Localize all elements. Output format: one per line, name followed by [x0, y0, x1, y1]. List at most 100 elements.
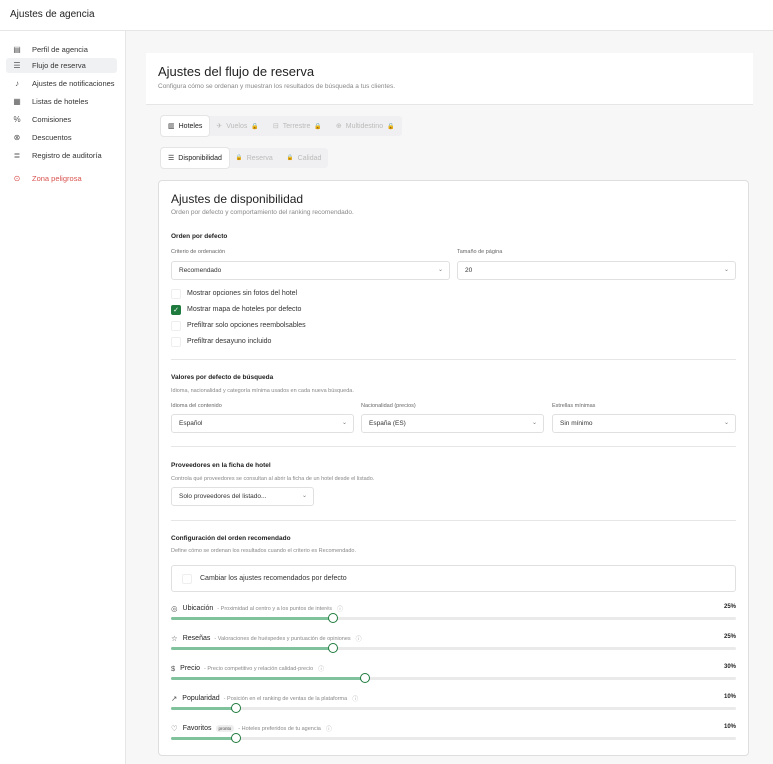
hotel-icon: ▥ — [168, 123, 175, 130]
weight-label: Favoritos — [182, 725, 212, 732]
weight-label: Popularidad — [182, 695, 220, 702]
bell-icon: ♪ — [15, 79, 19, 88]
sidebar-item-registro-de-auditoría[interactable]: ≣ Registro de auditoría — [6, 148, 117, 163]
tab-multidestino[interactable]: ⊕ Multidestino 🔒 — [329, 116, 402, 136]
option-checkbox-row[interactable]: Mostrar opciones sin fotos del hotel — [171, 288, 297, 299]
info-icon[interactable]: ⓘ — [356, 634, 362, 643]
tab-vuelos[interactable]: ✈ Vuelos 🔒 — [209, 116, 266, 136]
weight-label-group: ↗ Popularidad - Posición en el ranking de … — [171, 694, 358, 703]
page-subtitle: Configura cómo se ordenan y muestran los… — [158, 83, 396, 90]
language-select[interactable]: Español ⌄ — [171, 414, 354, 433]
option-checkbox-row[interactable]: Prefiltrar solo opciones reembolsables — [171, 320, 306, 331]
dollar-icon: $ — [171, 664, 176, 673]
checkbox-label: Prefiltrar solo opciones reembolsables — [187, 322, 306, 329]
page-size-label: Tamaño de página — [457, 249, 503, 255]
tab-label: Multidestino — [345, 122, 384, 130]
info-icon[interactable]: ⓘ — [326, 724, 332, 733]
weight-label-group: ♡ Favoritos pronto - Hoteles preferidos de … — [171, 724, 332, 733]
nationality-value: España (ES) — [369, 420, 406, 427]
trend-icon: ↗ — [171, 694, 178, 703]
override-defaults-toggle[interactable]: Cambiar los ajustes recomendados por def… — [171, 565, 736, 592]
override-label: Cambiar los ajustes recomendados por def… — [200, 575, 347, 582]
slider-fill — [171, 677, 365, 680]
weight-popularidad: ↗ Popularidad - Posición en el ranking de … — [171, 694, 736, 716]
option-checkbox-row[interactable]: Prefiltrar desayuno incluido — [171, 336, 271, 347]
tab-terrestre[interactable]: ⊟ Terrestre 🔒 — [266, 116, 329, 136]
sidebar-item-label: Flujo de reserva — [32, 61, 86, 70]
weight-precio: $ Precio - Precio competitivo y relación c… — [171, 664, 736, 686]
sidebar-item-listas-de-hoteles[interactable]: ▦ Listas de hoteles — [6, 94, 117, 109]
coming-soon-badge: pronto — [215, 725, 235, 732]
product-tabs: ▥ Hoteles ✈ Vuelos 🔒 ⊟ Terrestre 🔒 ⊕ Multidestino… — [161, 116, 402, 136]
checkbox[interactable]: ✓ — [171, 304, 181, 315]
tab-label: Terrestre — [282, 122, 311, 130]
weight-slider[interactable] — [171, 703, 736, 713]
slider-thumb[interactable] — [328, 643, 338, 653]
sort-select[interactable]: Recomendado ⌄ — [171, 261, 450, 280]
page-size-select[interactable]: 20 ⌄ — [457, 261, 736, 280]
info-icon[interactable]: ⓘ — [337, 604, 343, 613]
slider-fill — [171, 617, 333, 620]
language-label: Idioma del contenido — [171, 403, 222, 409]
weight-percent: 25% — [723, 604, 736, 610]
sidebar-item-label: Descuentos — [32, 133, 72, 142]
scroll-icon: ≣ — [13, 151, 21, 160]
option-checkbox-row[interactable]: ✓ Mostrar mapa de hoteles por defecto — [171, 304, 301, 315]
lock-icon: 🔒 — [286, 155, 294, 161]
info-icon[interactable]: ⓘ — [318, 664, 324, 673]
checkbox[interactable] — [171, 288, 181, 299]
tab-label: Hoteles — [178, 122, 203, 130]
slider-thumb[interactable] — [328, 613, 338, 623]
tab-hoteles[interactable]: ▥ Hoteles — [161, 116, 210, 136]
weight-label: Precio — [180, 665, 201, 672]
stars-select[interactable]: Sin mínimo ⌄ — [552, 414, 736, 433]
slider-thumb[interactable] — [231, 733, 241, 743]
weight-slider[interactable] — [171, 643, 736, 653]
weight-slider[interactable] — [171, 733, 736, 743]
checkbox-label: Prefiltrar desayuno incluido — [187, 338, 272, 345]
tab-reserva[interactable]: 🔒 Reserva — [229, 148, 280, 168]
chevron-down-icon: ⌄ — [301, 493, 307, 499]
weight-ubicación: ◎ Ubicación - Proximidad al centro y a los… — [171, 604, 736, 626]
tab-label: Disponibilidad — [178, 154, 222, 162]
weight-desc: - Precio competitivo y relación calidad-… — [204, 665, 314, 672]
search-defaults-title: Valores por defecto de búsqueda — [171, 374, 274, 381]
sidebar-item-descuentos[interactable]: ⊗ Descuentos — [6, 130, 117, 145]
weight-desc: - Posición en el ranking de ventas de la… — [223, 695, 348, 702]
weight-desc: - Proximidad al centro y a los puntos de… — [217, 605, 332, 612]
sidebar-item-label: Ajustes de notificaciones — [32, 79, 115, 88]
tab-disponibilidad[interactable]: ☰ Disponibilidad — [161, 148, 229, 168]
app-title: Ajustes de agencia — [10, 9, 95, 20]
weight-slider[interactable] — [171, 613, 736, 623]
tab-label: Calidad — [297, 154, 322, 162]
checkbox[interactable] — [171, 320, 181, 331]
lock-icon: 🔒 — [235, 155, 243, 161]
main-content: Ajustes del flujo de reserva Configura c… — [126, 31, 773, 764]
top-bar: Ajustes de agencia — [0, 0, 773, 31]
sidebar-item-danger-zone[interactable]: ⊙ Zona peligrosa — [6, 171, 117, 186]
weight-label-group: ☆ Reseñas - Valoraciones de huéspedes y pu… — [171, 634, 362, 643]
section-tabs: ☰ Disponibilidad 🔒 Reserva 🔒 Calidad — [161, 148, 329, 168]
tab-calidad[interactable]: 🔒 Calidad — [280, 148, 329, 168]
info-icon[interactable]: ⓘ — [352, 694, 358, 703]
stars-label: Estrellas mínimas — [552, 403, 596, 409]
weight-slider[interactable] — [171, 673, 736, 683]
sidebar-item-perfil-de-agencia[interactable]: ▤ Perfil de agencia — [6, 42, 117, 57]
override-checkbox[interactable] — [182, 573, 192, 584]
sidebar-item-flujo-de-reserva[interactable]: ☰ Flujo de reserva — [6, 58, 117, 73]
providers-select[interactable]: Solo proveedores del listado... ⌄ — [171, 487, 314, 506]
sort-label: Criterio de ordenación — [171, 249, 226, 255]
weight-label-group: ◎ Ubicación - Proximidad al centro y a los… — [171, 604, 343, 613]
sidebar-item-ajustes-de-notificaciones[interactable]: ♪ Ajustes de notificaciones — [6, 76, 117, 91]
card-subtitle: Orden por defecto y comportamiento del r… — [171, 209, 354, 216]
nationality-select[interactable]: España (ES) ⌄ — [361, 414, 544, 433]
weight-favoritos: ♡ Favoritos pronto - Hoteles preferidos de … — [171, 724, 736, 746]
checkbox[interactable] — [171, 336, 181, 347]
slider-thumb[interactable] — [360, 673, 370, 683]
plane-icon: ✈ — [216, 123, 223, 130]
pin-icon: ◎ — [171, 604, 178, 613]
slider-thumb[interactable] — [231, 703, 241, 713]
sidebar-item-comisiones[interactable]: % Comisiones — [6, 112, 117, 127]
providers-desc: Controla qué proveedores se consultan al… — [171, 476, 375, 482]
weight-reseñas: ☆ Reseñas - Valoraciones de huéspedes y pu… — [171, 634, 736, 656]
